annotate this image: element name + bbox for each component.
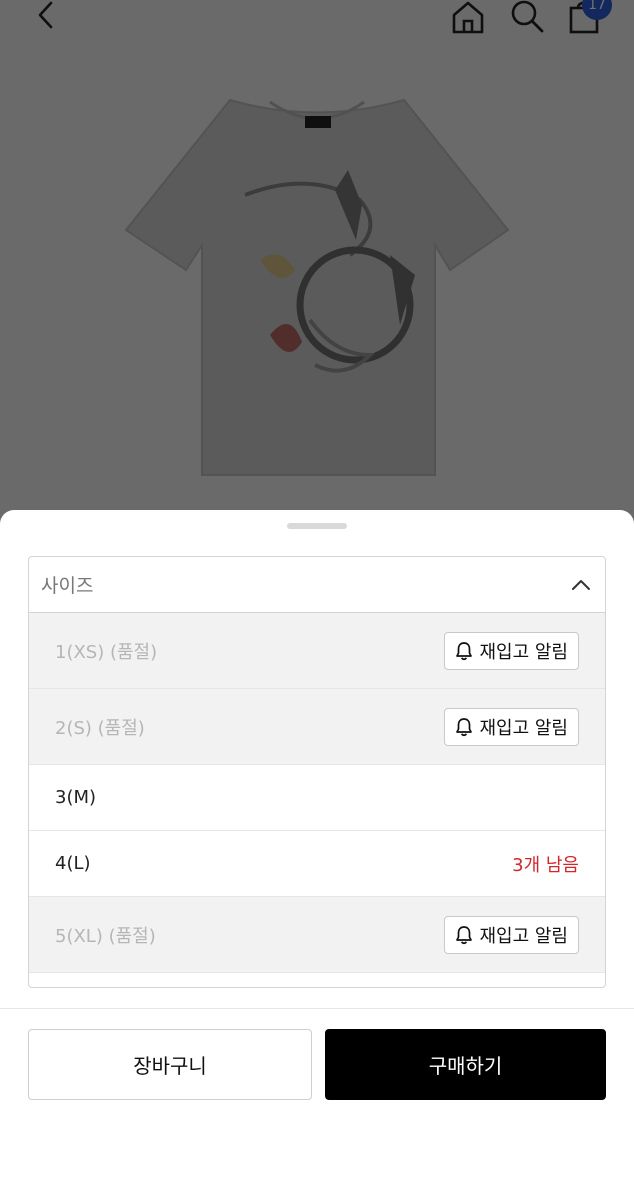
buy-now-button[interactable]: 구매하기 (325, 1029, 606, 1100)
bell-icon (456, 925, 473, 944)
restock-alert-button[interactable]: 재입고 알림 (444, 915, 579, 954)
sheet-divider (0, 1008, 634, 1009)
restock-alert-label: 재입고 알림 (479, 717, 568, 739)
restock-alert-button[interactable]: 재입고 알림 (444, 707, 579, 746)
restock-alert-label: 재입고 알림 (479, 641, 568, 663)
size-option-label: 5(XL) (품절) (55, 925, 156, 947)
size-bottom-sheet: 사이즈 1(XS) (품절) 재입고 알림 2(S) (품절) 재입고 알림 3… (0, 510, 634, 1200)
size-select[interactable]: 사이즈 1(XS) (품절) 재입고 알림 2(S) (품절) 재입고 알림 3… (28, 556, 606, 988)
size-option-xs: 1(XS) (품절) 재입고 알림 (29, 613, 605, 689)
bell-icon (456, 717, 473, 736)
restock-alert-button[interactable]: 재입고 알림 (444, 631, 579, 670)
chevron-up-icon (572, 579, 590, 590)
stock-remaining-label: 3개 남음 (512, 854, 579, 876)
size-option-l[interactable]: 4(L) 3개 남음 (29, 831, 605, 897)
sheet-drag-handle[interactable] (287, 523, 347, 529)
bell-icon (456, 641, 473, 660)
size-option-label: 3(M) (55, 787, 97, 808)
add-to-cart-button[interactable]: 장바구니 (28, 1029, 312, 1100)
size-select-label: 사이즈 (41, 575, 94, 597)
size-option-label: 1(XS) (품절) (55, 641, 158, 663)
size-option-m[interactable]: 3(M) (29, 765, 605, 831)
size-option-xl: 5(XL) (품절) 재입고 알림 (29, 897, 605, 973)
size-select-header[interactable]: 사이즈 (29, 557, 605, 613)
size-option-s: 2(S) (품절) 재입고 알림 (29, 689, 605, 765)
restock-alert-label: 재입고 알림 (479, 925, 568, 947)
size-option-label: 2(S) (품절) (55, 717, 145, 739)
size-option-label: 4(L) (55, 853, 91, 874)
